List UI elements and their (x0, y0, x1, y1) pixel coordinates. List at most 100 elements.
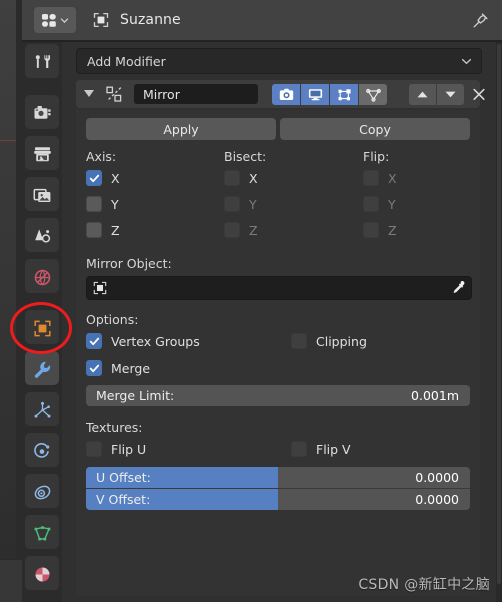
scrollbar-thumb[interactable] (497, 44, 501, 584)
axis-y-checkbox[interactable] (86, 196, 102, 212)
merge-row[interactable]: Merge (86, 359, 150, 377)
pin-icon[interactable] (470, 11, 490, 31)
flip-u-checkbox[interactable] (86, 441, 102, 457)
physics-orbit-icon (33, 443, 49, 458)
sidebar-item-physics[interactable] (22, 431, 62, 472)
flip-u-row[interactable]: Flip U (86, 440, 146, 458)
viewport-sliver (0, 0, 22, 602)
sidebar-item-world[interactable] (22, 257, 62, 298)
sidebar-item-render[interactable] (22, 93, 62, 134)
editor-header: Suzanne (22, 0, 502, 40)
eyedropper-icon[interactable] (450, 280, 466, 296)
axis-x-checkbox[interactable] (86, 170, 102, 186)
axis-z-checkbox[interactable] (86, 222, 102, 238)
vertex-groups-label: Vertex Groups (111, 333, 200, 349)
u-offset-slider[interactable]: U Offset: 0.0000 (86, 467, 470, 488)
wrench-icon (34, 361, 50, 378)
modifier-body: Apply Copy Axis: Bisect: Flip: X Y Z X Y… (76, 110, 480, 596)
add-modifier-label: Add Modifier (87, 53, 166, 69)
sidebar-item-constraints[interactable] (22, 472, 62, 513)
sidebar-item-object[interactable] (22, 308, 62, 349)
mirror-object-heading: Mirror Object: (86, 256, 172, 271)
u-offset-value: 0.0000 (415, 470, 459, 485)
axis-x-row[interactable]: X (86, 169, 120, 187)
tab-separator-1 (22, 83, 62, 93)
texture-offset-group: U Offset: 0.0000 V Offset: 0.0000 (86, 467, 470, 510)
modifier-display-toggles (272, 84, 387, 105)
check-icon (89, 337, 99, 345)
panel-scrollbar[interactable] (496, 42, 502, 602)
sidebar-item-view-layer[interactable] (22, 175, 62, 216)
editor-type-selector[interactable] (34, 7, 76, 33)
clipping-checkbox[interactable] (291, 333, 307, 349)
sidebar-item-modifiers[interactable] (22, 349, 62, 390)
u-offset-label: U Offset: (96, 470, 151, 485)
check-icon (89, 364, 99, 372)
delete-modifier-button[interactable] (469, 85, 489, 104)
add-modifier-button[interactable]: Add Modifier (76, 48, 482, 74)
mesh-data-icon (34, 526, 50, 541)
flip-x-row: X (363, 169, 397, 187)
toggle-edit-mode[interactable] (330, 84, 359, 105)
particles-icon (34, 401, 50, 418)
axis-y-row[interactable]: Y (86, 195, 119, 213)
axis-z-row[interactable]: Z (86, 221, 120, 239)
viewport-corner (0, 559, 22, 602)
images-icon (33, 188, 50, 202)
printer-icon (33, 147, 51, 162)
apply-label: Apply (163, 121, 199, 137)
flip-v-checkbox[interactable] (291, 441, 307, 457)
merge-limit-slider[interactable]: Merge Limit: 0.001m (86, 385, 470, 406)
properties-tab-strip (22, 42, 62, 602)
bisect-x-row[interactable]: X (224, 169, 258, 187)
flip-v-row[interactable]: Flip V (291, 440, 351, 458)
vertex-groups-checkbox[interactable] (86, 333, 102, 349)
flip-y-checkbox (363, 196, 379, 212)
move-modifier-up-button[interactable] (409, 84, 437, 105)
toggle-on-cage[interactable] (359, 84, 387, 105)
modifier-reorder-buttons (409, 84, 464, 105)
bisect-y-checkbox (224, 196, 240, 212)
flip-v-label: Flip V (316, 441, 351, 457)
flip-y-label: Y (388, 196, 396, 212)
modifier-name-value: Mirror (143, 86, 180, 102)
bisect-z-checkbox (224, 222, 240, 238)
sidebar-item-output[interactable] (22, 134, 62, 175)
world-globe-icon (34, 269, 50, 286)
monitor-icon (308, 89, 322, 101)
modifier-expand-toggle[interactable] (84, 90, 94, 97)
modifier-name-field[interactable]: Mirror (134, 84, 258, 104)
properties-editor: Suzanne Add Modifier Mirror Apply Copy A… (22, 0, 502, 602)
breadcrumb-object-icon (90, 9, 112, 31)
mirror-object-field[interactable] (86, 276, 472, 300)
vertex-groups-row[interactable]: Vertex Groups (86, 332, 200, 350)
watermark: CSDN @新缸中之脑 (358, 577, 490, 593)
move-modifier-down-button[interactable] (437, 84, 464, 105)
sidebar-item-scene[interactable] (22, 216, 62, 257)
toggle-viewport[interactable] (301, 84, 330, 105)
sidebar-item-material[interactable] (22, 554, 62, 595)
camera-back-icon (34, 106, 51, 119)
bisect-x-checkbox[interactable] (224, 170, 240, 186)
axis-z-label: Z (111, 222, 120, 238)
object-icon (93, 281, 107, 295)
chevron-down-icon (60, 17, 69, 23)
clipping-row[interactable]: Clipping (291, 332, 367, 350)
sidebar-item-object-data[interactable] (22, 513, 62, 554)
x-icon (473, 88, 485, 100)
tool-icon (35, 55, 50, 68)
merge-checkbox[interactable] (86, 360, 102, 376)
options-heading: Options: (86, 312, 139, 327)
sidebar-item-tool[interactable] (22, 42, 62, 83)
bisect-y-label: Y (249, 196, 257, 212)
axis-heading: Axis: (86, 149, 117, 164)
material-ball-icon (35, 567, 49, 582)
apply-button[interactable]: Apply (86, 118, 276, 140)
flip-heading: Flip: (363, 149, 390, 164)
flip-z-checkbox (363, 222, 379, 238)
axis-x-label: X (111, 170, 120, 186)
v-offset-slider[interactable]: V Offset: 0.0000 (86, 488, 470, 510)
toggle-render[interactable] (272, 84, 301, 105)
sidebar-item-particles[interactable] (22, 390, 62, 431)
copy-button[interactable]: Copy (280, 118, 470, 140)
